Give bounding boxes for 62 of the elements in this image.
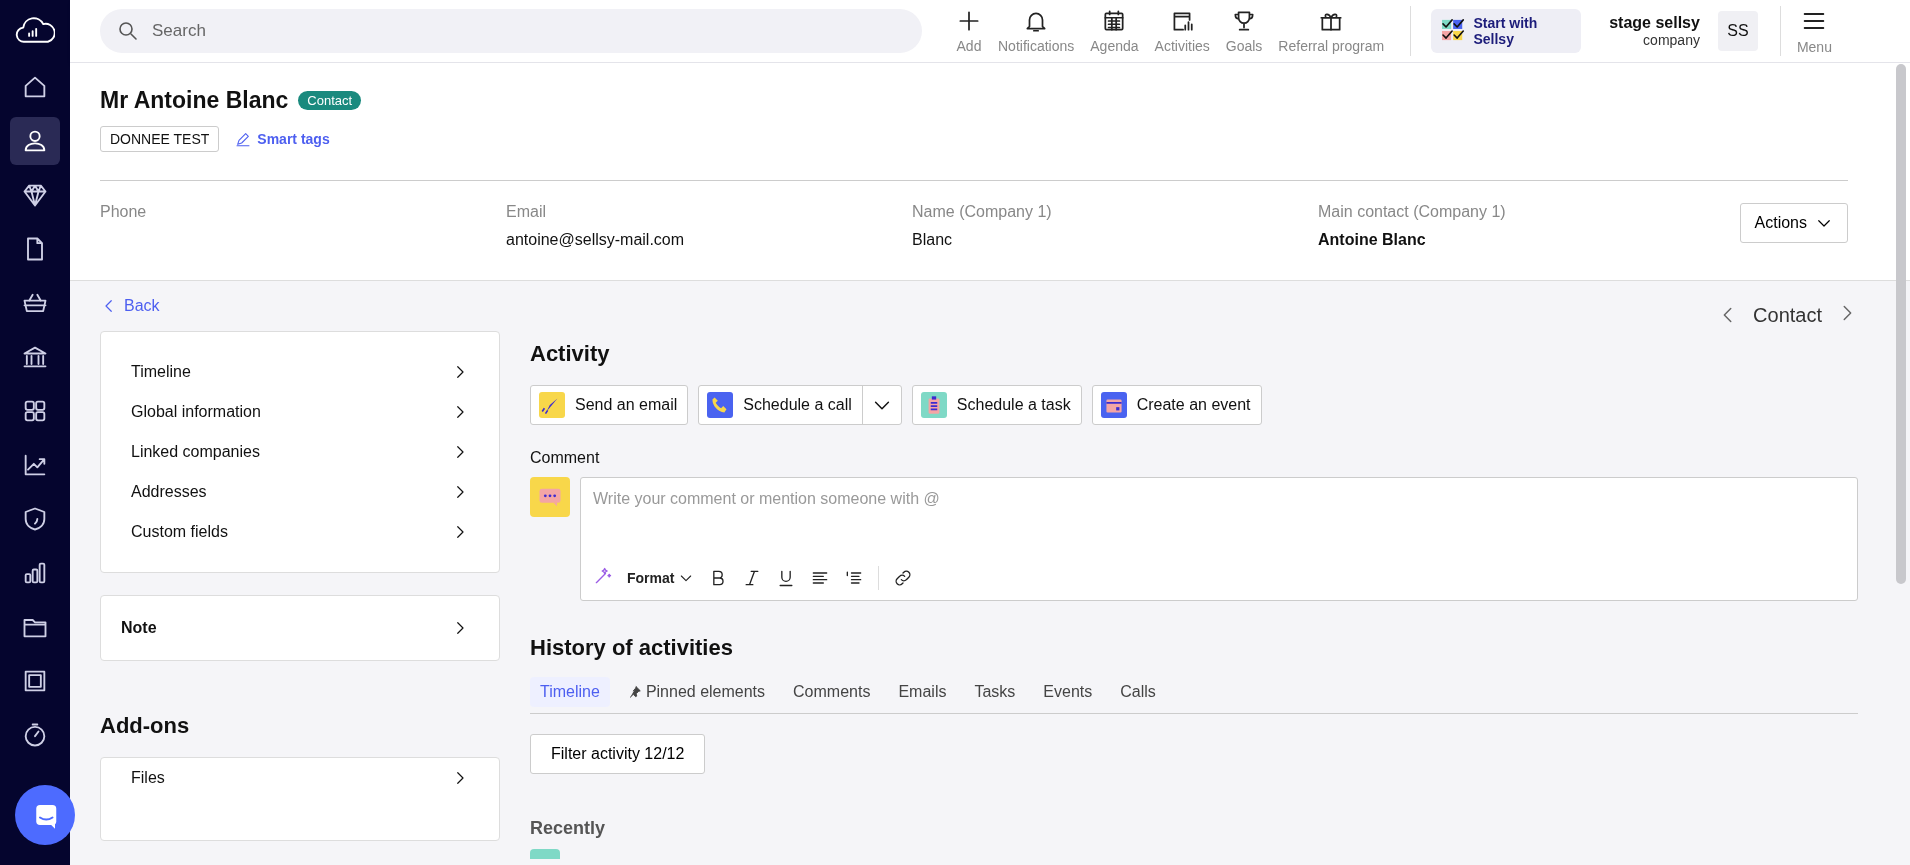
addons-heading: Add-ons [100,713,191,739]
contact-badge: Contact [298,91,362,110]
account-name: stage sellsy [1609,14,1700,32]
back-link[interactable]: Back [100,281,160,331]
section-link[interactable]: Custom fields [101,512,499,552]
magic-wand-icon [593,566,613,586]
field-value: antoine@sellsy-mail.com [506,231,686,249]
activity-heading: Activity [530,341,611,367]
history-heading: History of activities [530,635,734,661]
toolbar-button[interactable]: Agenda [1084,6,1145,56]
timeline-icon [530,849,560,859]
field-value: Blanc [912,231,954,249]
history-tab[interactable]: Calls [1110,677,1166,707]
history-tab[interactable]: Tasks [964,677,1026,707]
filter-button[interactable]: Filter activity 12/12 [530,734,706,774]
user-avatar[interactable]: SS [1717,11,1758,51]
section-link[interactable]: Linked companies [101,432,499,472]
activity-button[interactable]: Schedule a call [698,385,902,425]
addon-link[interactable]: Files [101,758,499,798]
menu-button[interactable]: Menu [1790,6,1838,56]
history-tab[interactable]: Events [1033,677,1103,707]
history-tab[interactable]: Comments [783,677,881,707]
activity-button[interactable]: Schedule a task [911,385,1082,425]
tag[interactable]: DONNEE TEST [100,126,220,152]
field-label: Email [506,203,547,221]
onboarding-button[interactable]: Start with Sellsy [1431,9,1582,53]
contact-name: Mr Antoine Blanc [100,87,289,114]
section-heading: Recently [530,818,607,839]
record-type: Contact [1753,303,1822,327]
section-link[interactable]: Global information [101,392,499,432]
activity-button[interactable]: Create an event [1091,385,1262,425]
search-field[interactable]: Search [100,9,922,53]
actions-button[interactable]: Actions [1739,203,1848,243]
phone-icon [707,392,734,418]
toolbar-button[interactable]: Goals [1219,6,1269,56]
toolbar-button[interactable]: Activities [1148,6,1216,56]
sidebar-item[interactable] [10,117,60,165]
paper-plane-icon [539,392,565,418]
format-dropdown[interactable]: Format [627,570,695,586]
section-link[interactable]: Timeline [101,352,499,392]
history-tab[interactable]: Emails [888,677,957,707]
activity-button[interactable]: Send an email [530,385,689,425]
toolbar-button[interactable]: Notifications [992,6,1081,56]
field-value: Antoine Blanc [1318,231,1427,249]
account-type: company [1643,32,1700,48]
clipboard-icon [920,392,947,418]
toolbar-button[interactable]: Referral program [1272,6,1391,56]
history-tab[interactable]: Timeline [530,677,610,707]
field-label: Name (Company 1) [912,203,1053,221]
chat-launcher-button[interactable] [15,785,75,845]
field-label: Main contact (Company 1) [1318,203,1507,221]
history-tab[interactable]: Pinned elements [617,677,776,707]
field-label: Phone [100,203,148,221]
section-link[interactable]: Addresses [101,472,499,512]
pencil-icon [235,131,252,147]
note-link[interactable]: Note [101,596,499,660]
comment-label: Comment [530,449,601,467]
calendar-icon [1100,392,1127,418]
pin-icon [627,685,642,699]
smart-tags-link[interactable]: Smart tags [235,131,330,147]
scrollbar[interactable] [1896,64,1906,584]
toolbar-button[interactable]: Add [950,6,988,56]
